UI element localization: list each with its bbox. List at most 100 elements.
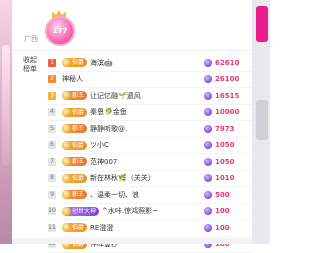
contribution-score: 7973 bbox=[204, 125, 252, 133]
rank-number: 7 bbox=[48, 158, 56, 166]
badge-label: 郡王 bbox=[72, 157, 84, 166]
ranking-list: 1伯爵海滨🤖626102神秘人261003郡王让记忆融🌱遗风165154伯爵秦恩… bbox=[48, 55, 252, 253]
badge-icon bbox=[62, 141, 71, 150]
contribution-score: 62610 bbox=[204, 59, 252, 67]
coin-icon bbox=[204, 108, 212, 116]
rank-number: 2 bbox=[48, 75, 56, 83]
coin-icon bbox=[204, 174, 212, 182]
score-value: 500 bbox=[215, 191, 230, 199]
user-name[interactable]: RE澄澄 bbox=[90, 223, 204, 233]
user-name[interactable]: ツ小C bbox=[90, 140, 204, 150]
ranking-row[interactable]: 11 伯爵 RE澄澄 100 bbox=[48, 220, 252, 237]
badge-label: 伯爵 bbox=[72, 141, 84, 150]
badge-icon bbox=[62, 223, 71, 232]
user-name[interactable]: 、温柔一切、浪 bbox=[90, 190, 204, 200]
contribution-score: 100 bbox=[204, 224, 252, 232]
region-label: 广西 bbox=[24, 34, 38, 44]
rank-number: 8 bbox=[48, 174, 56, 182]
scrollbar-thumb[interactable] bbox=[256, 100, 268, 140]
user-name[interactable]: 神秘人 bbox=[62, 74, 204, 84]
score-value: 10000 bbox=[215, 108, 239, 116]
coin-icon bbox=[204, 191, 212, 199]
badge-label: 郡王 bbox=[72, 91, 84, 100]
contribution-score: 10000 bbox=[204, 108, 252, 116]
noble-badge: 创世大神 bbox=[62, 207, 99, 216]
badge-label: 伯爵 bbox=[72, 223, 84, 232]
noble-badge: 伯爵 bbox=[62, 141, 87, 150]
score-value: 1050 bbox=[215, 141, 234, 149]
user-name[interactable]: 范神007 bbox=[90, 157, 204, 167]
badge-label: 郡王 bbox=[72, 124, 84, 133]
rank-number: 5 bbox=[48, 125, 56, 133]
badge-label: 郡王 bbox=[72, 190, 84, 199]
rank-number: 1 bbox=[48, 59, 56, 67]
badge-icon bbox=[62, 190, 71, 199]
contribution-score: 26100 bbox=[204, 75, 252, 83]
badge-icon bbox=[62, 174, 71, 183]
badge-label: 创世大神 bbox=[72, 207, 96, 216]
badge-label: 伯爵 bbox=[72, 108, 84, 117]
contribution-score: 100 bbox=[204, 207, 252, 215]
score-value: 26100 bbox=[215, 75, 239, 83]
user-name[interactable]: 秦恩🥬金鱼 bbox=[90, 107, 204, 117]
user-name[interactable]: 海滨🤖 bbox=[90, 58, 204, 68]
noble-badge: 伯爵 bbox=[62, 58, 87, 67]
score-value: 1010 bbox=[215, 174, 234, 182]
user-name[interactable]: 静静听歌@. bbox=[90, 124, 204, 134]
contribution-score: 1010 bbox=[204, 174, 252, 182]
noble-badge: 郡王 bbox=[62, 190, 87, 199]
user-name[interactable]: ^水咔.惊鸿照影~ bbox=[102, 206, 204, 216]
badge-icon bbox=[62, 124, 71, 133]
contribution-score: 500 bbox=[204, 191, 252, 199]
coin-icon bbox=[204, 224, 212, 232]
noble-badge: 伯爵 bbox=[62, 223, 87, 232]
noble-badge: 郡王 bbox=[62, 157, 87, 166]
coin-icon bbox=[204, 92, 212, 100]
ranking-row[interactable]: 3郡王让记忆融🌱遗风16515 bbox=[48, 88, 252, 105]
user-name[interactable]: 让记忆融🌱遗风 bbox=[90, 91, 204, 101]
ranking-row[interactable]: 4 伯爵秦恩🥬金鱼 10000 bbox=[48, 105, 252, 122]
contribution-score: 1050 bbox=[204, 141, 252, 149]
score-value: 100 bbox=[215, 207, 230, 215]
score-value: 16515 bbox=[215, 92, 239, 100]
rank-number: 11 bbox=[48, 224, 56, 232]
noble-badge: 郡王 bbox=[62, 124, 87, 133]
level-number: 177 bbox=[45, 16, 75, 46]
ranking-row[interactable]: 9郡王、温柔一切、浪500 bbox=[48, 187, 252, 204]
ranking-row[interactable]: 7 郡王范神007 1050 bbox=[48, 154, 252, 171]
level-badge: 177 bbox=[42, 10, 76, 44]
noble-badge: 伯爵 bbox=[62, 174, 87, 183]
ranking-row[interactable]: 2 神秘人 26100 bbox=[48, 72, 252, 89]
badge-label: 伯爵 bbox=[72, 174, 84, 183]
contribution-score: 16515 bbox=[204, 92, 252, 100]
score-value: 1050 bbox=[215, 158, 234, 166]
coin-icon bbox=[204, 207, 212, 215]
noble-badge: 郡王 bbox=[62, 91, 87, 100]
badge-icon bbox=[62, 91, 71, 100]
video-edge-strip bbox=[0, 0, 12, 244]
coin-icon bbox=[204, 125, 212, 133]
rank-header: 177 广西 bbox=[12, 0, 252, 48]
ranking-row[interactable]: 8 伯爵新在林秋🌿（关关） 1010 bbox=[48, 171, 252, 188]
coin-icon bbox=[204, 141, 212, 149]
ranking-row[interactable]: 6伯爵ツ小C1050 bbox=[48, 138, 252, 155]
contribution-score: 1050 bbox=[204, 158, 252, 166]
rank-number: 4 bbox=[48, 108, 56, 116]
side-tab-active[interactable] bbox=[256, 6, 268, 42]
badge-icon bbox=[62, 157, 71, 166]
badge-icon bbox=[62, 207, 71, 216]
collapse-ranking-button[interactable]: 收起榜单 bbox=[20, 56, 40, 74]
ranking-row[interactable]: 1 伯爵海滨🤖 62610 bbox=[48, 55, 252, 72]
score-value: 7973 bbox=[215, 125, 234, 133]
score-value: 100 bbox=[215, 224, 230, 232]
ranking-row[interactable]: 10创世大神^水咔.惊鸿照影~100 bbox=[48, 204, 252, 221]
coin-icon bbox=[204, 75, 212, 83]
user-name[interactable]: 新在林秋🌿（关关） bbox=[90, 173, 204, 183]
coin-icon bbox=[204, 158, 212, 166]
noble-badge: 伯爵 bbox=[62, 108, 87, 117]
score-value: 62610 bbox=[215, 59, 239, 67]
side-scroll-panel[interactable] bbox=[252, 0, 270, 244]
ranking-row[interactable]: 5 郡王静静听歌@. 7973 bbox=[48, 121, 252, 138]
coin-icon bbox=[204, 59, 212, 67]
list-footer bbox=[12, 238, 252, 244]
